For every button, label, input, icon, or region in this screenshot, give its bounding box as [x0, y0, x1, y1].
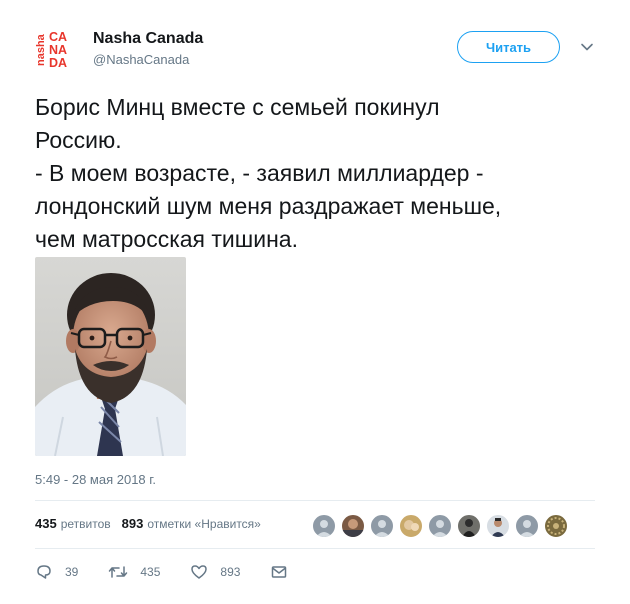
liker-avatar[interactable] — [457, 514, 481, 538]
chevron-down-icon[interactable] — [578, 38, 596, 56]
follow-button[interactable]: Читать — [457, 31, 560, 63]
tweet-line: чем матросская тишина. — [35, 226, 298, 252]
tweet-text: Борис Минц вместе с семьей покинул Росси… — [35, 91, 605, 256]
retweet-stat-label: ретвитов — [60, 517, 111, 531]
tweet-line: - В моем возрасте, - заявил миллиардер - — [35, 160, 484, 186]
retweet-button[interactable]: 435 — [108, 563, 160, 581]
author-name[interactable]: Nasha Canada — [93, 30, 203, 48]
heart-icon — [190, 563, 208, 581]
nasha-canada-logo: nasha CA NA DA — [35, 30, 67, 70]
liker-avatar[interactable] — [428, 514, 452, 538]
message-button[interactable] — [270, 563, 288, 581]
svg-text:DA: DA — [49, 56, 67, 70]
liker-avatar[interactable] — [341, 514, 365, 538]
liker-avatar[interactable] — [544, 514, 568, 538]
engagement-stats: 435 ретвитов 893 отметки «Нравится» — [35, 516, 261, 531]
reply-count: 39 — [65, 565, 79, 579]
tweet-photo[interactable] — [35, 257, 186, 456]
retweet-icon — [108, 563, 128, 581]
liker-avatar[interactable] — [370, 514, 394, 538]
like-stat-label: отметки «Нравится» — [147, 517, 261, 531]
message-icon — [270, 563, 288, 581]
svg-text:CA: CA — [49, 30, 67, 44]
retweet-stat[interactable]: 435 ретвитов — [35, 516, 111, 531]
reply-button[interactable]: 39 — [35, 563, 78, 581]
tweet-actions: 39 435 893 — [35, 562, 288, 582]
liker-avatar[interactable] — [486, 514, 510, 538]
avatar[interactable]: nasha CA NA DA — [35, 26, 79, 70]
tweet-line: лондонский шум меня раздражает меньше, — [35, 193, 502, 219]
like-stat[interactable]: 893 отметки «Нравится» — [122, 516, 261, 531]
svg-text:nasha: nasha — [35, 33, 47, 66]
tweet-card: nasha CA NA DA Nasha Canada @NashaCanada… — [0, 0, 630, 604]
tweet-line: Россию. — [35, 127, 122, 153]
reply-icon — [35, 563, 53, 581]
like-count: 893 — [220, 565, 241, 579]
liker-avatar[interactable] — [399, 514, 423, 538]
liker-avatar[interactable] — [312, 514, 336, 538]
tweet-timestamp[interactable]: 5:49 - 28 мая 2018 г. — [35, 472, 156, 487]
retweet-stat-count: 435 — [35, 516, 57, 531]
svg-text:NA: NA — [49, 43, 67, 57]
like-stat-count: 893 — [121, 516, 144, 531]
author-handle[interactable]: @NashaCanada — [93, 52, 189, 67]
like-button[interactable]: 893 — [190, 563, 240, 581]
divider — [35, 500, 595, 501]
tweet-line: Борис Минц вместе с семьей покинул — [35, 94, 440, 120]
divider — [35, 548, 595, 549]
retweet-count: 435 — [140, 565, 161, 579]
liker-avatar[interactable] — [515, 514, 539, 538]
